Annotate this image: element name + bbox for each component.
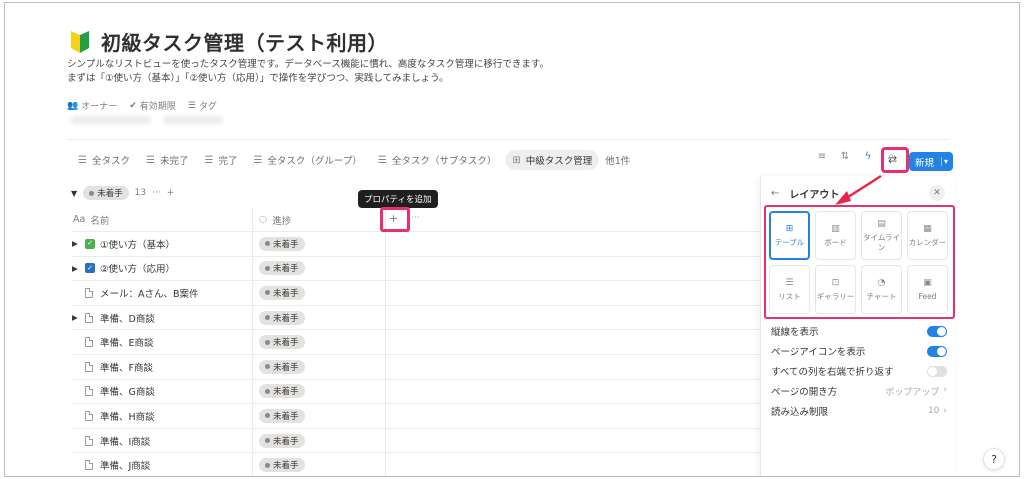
screenshot-frame: 初級タスク管理（テスト利用） シンプルなリストビューを使ったタスク管理です。デー…	[4, 2, 1020, 477]
red-arrow-annotation	[835, 174, 882, 205]
help-icon[interactable]: ?	[983, 448, 1005, 470]
